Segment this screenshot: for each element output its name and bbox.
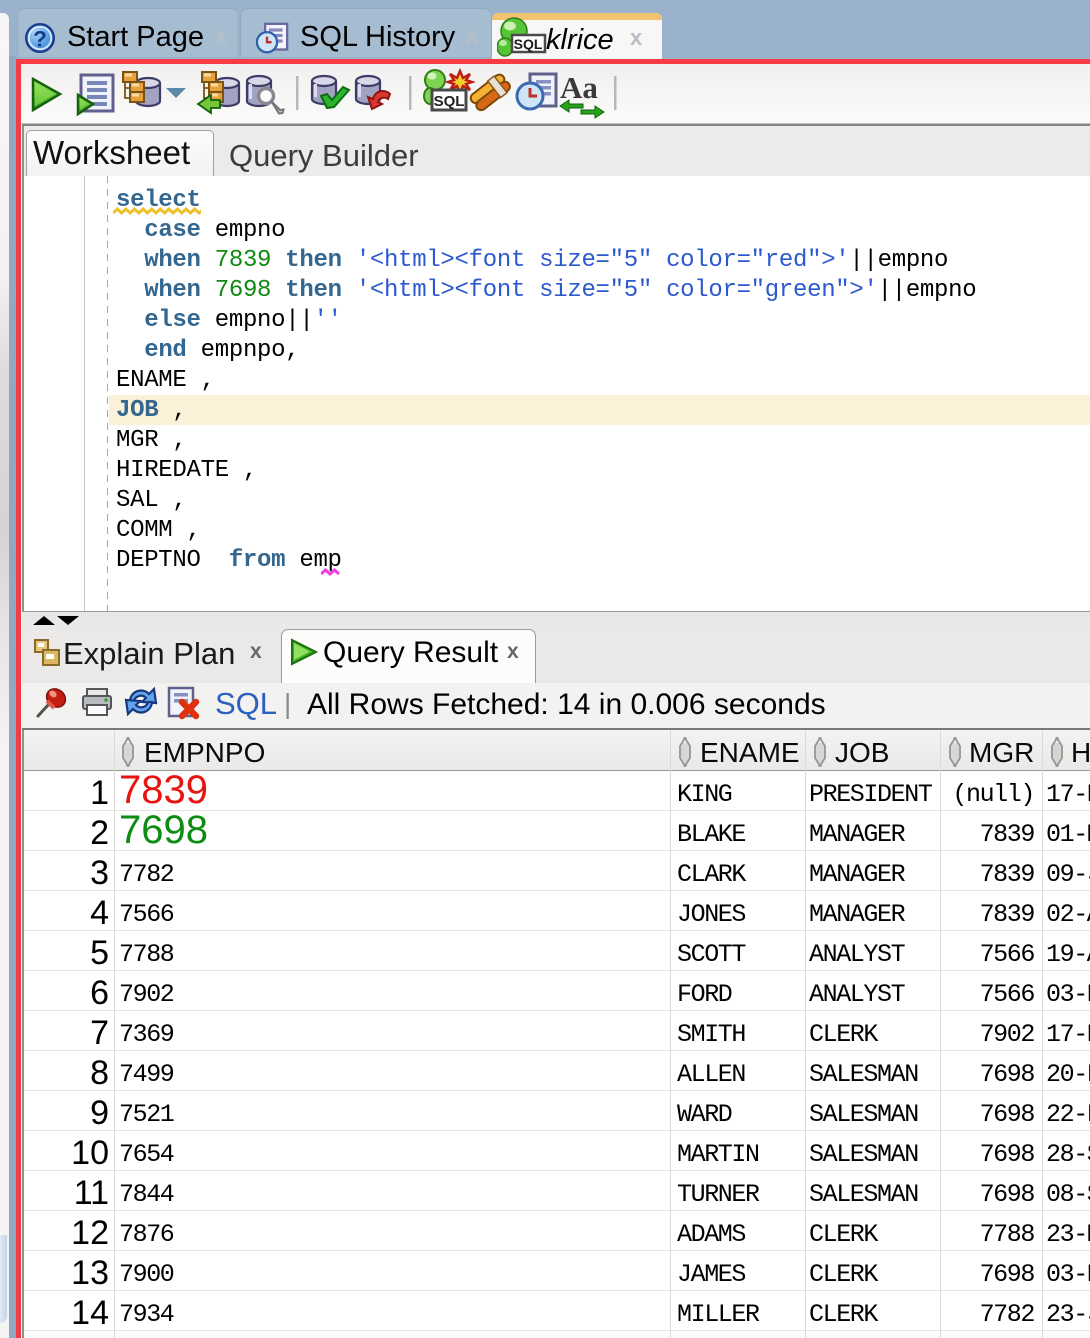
svg-text:SQL: SQL	[434, 93, 465, 110]
svg-text:SQL: SQL	[514, 36, 543, 52]
svg-text:Aa: Aa	[560, 70, 598, 105]
svg-text:?: ?	[33, 26, 47, 51]
